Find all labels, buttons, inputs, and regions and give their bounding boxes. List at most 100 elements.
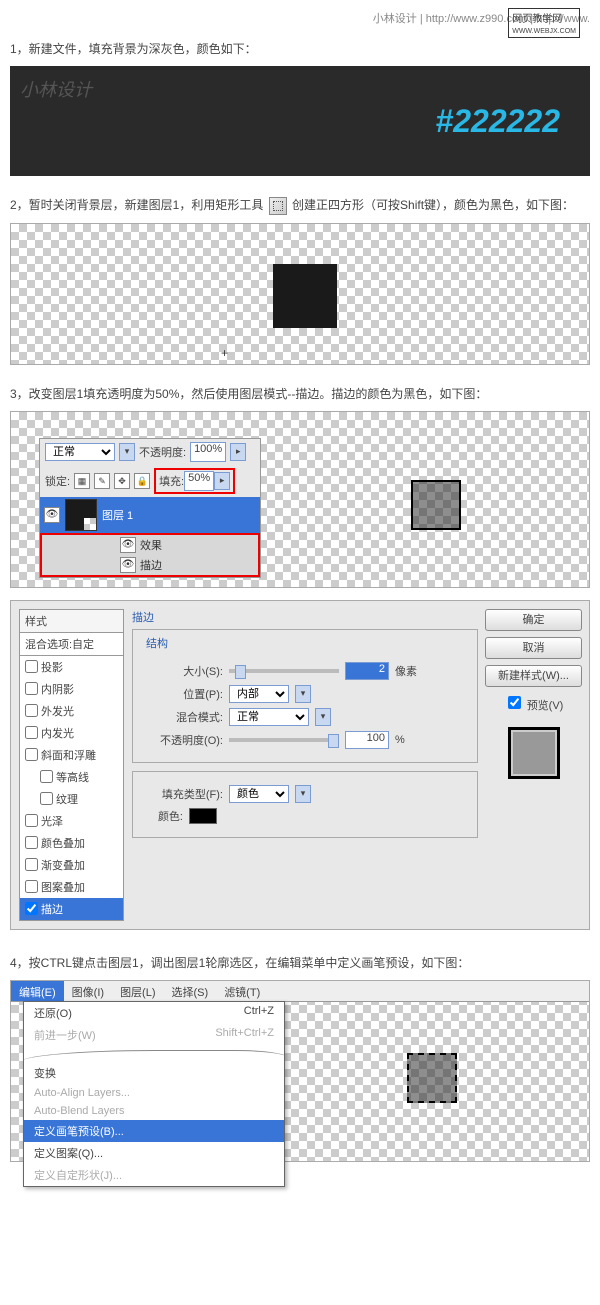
step-4-text: 4，按CTRL键点击图层1，调出图层1轮廓选区，在编辑菜单中定义画笔预设，如下图… (10, 954, 590, 972)
lock-move-icon[interactable]: ✥ (114, 473, 130, 489)
menu-define-pattern[interactable]: 定义图案(Q)... (24, 1142, 284, 1164)
menu-define-brush[interactable]: 定义画笔预设(B)... (24, 1120, 284, 1142)
stroked-square-preview (411, 480, 461, 530)
style-gradient-overlay[interactable]: 渐变叠加 (19, 854, 124, 876)
edit-dropdown: 还原(O)Ctrl+Z 前进一步(W)Shift+Ctrl+Z 变换 Auto-… (23, 1001, 285, 1187)
fill-label: 填充: (159, 473, 184, 489)
layer-name: 图层 1 (102, 507, 133, 523)
style-inner-glow[interactable]: 内发光 (19, 722, 124, 744)
new-style-button[interactable]: 新建样式(W)... (485, 665, 582, 687)
opacity-label: 不透明度: (139, 444, 186, 460)
style-satin[interactable]: 光泽 (19, 810, 124, 832)
fx-label: 效果 (140, 537, 162, 553)
swatch-hex: #222222 (435, 103, 560, 140)
layer-1-row[interactable]: 👁 图层 1 (40, 497, 260, 533)
menu-define-shape: 定义自定形状(J)... (24, 1164, 284, 1186)
lock-all-icon[interactable]: 🔒 (134, 473, 150, 489)
ok-button[interactable]: 确定 (485, 609, 582, 631)
opacity-value[interactable]: 100% (190, 442, 226, 462)
opacity-input[interactable]: 100 (345, 731, 389, 749)
blend-mode-select[interactable]: 正常 (229, 708, 309, 726)
rectangle-tool-icon (269, 197, 287, 215)
filltype-label: 填充类型(F): (143, 786, 223, 802)
step-3-text: 3，改变图层1填充透明度为50%，然后使用图层模式--描边。描边的颜色为黑色，如… (10, 385, 590, 403)
torn-edge-icon (24, 1046, 284, 1062)
preview-swatch (508, 727, 560, 779)
style-stroke[interactable]: 描边 (19, 898, 124, 921)
layer-style-dialog: 样式 混合选项:自定 投影 内阴影 外发光 内发光 斜面和浮雕 等高线 纹理 光… (10, 600, 590, 930)
chevron-down-icon[interactable]: ▾ (315, 708, 331, 726)
step-2-text: 2，暂时关闭背景层，新建图层1，利用矩形工具 创建正四方形（可按Shift键），… (10, 196, 590, 215)
canvas-step4: 编辑(E) 图像(I) 图层(L) 选择(S) 滤镜(T) 还原(O)Ctrl+… (10, 980, 590, 1162)
stroke-title: 描边 (132, 609, 478, 625)
stroke-settings: 描边 结构 大小(S): 2 像素 位置(P): 内部 ▾ 混合模式: 正常 ▾ 不… (132, 609, 478, 921)
style-bevel[interactable]: 斜面和浮雕 (19, 744, 124, 766)
menu-layer[interactable]: 图层(L) (112, 981, 163, 1001)
canvas-step3: 正常 ▾ 不透明度: 100% ▸ 锁定: ▦ ✎ ✥ 🔒 填充: 50% ▸ … (10, 411, 590, 588)
style-shadow[interactable]: 投影 (19, 656, 124, 678)
brand-logo: 网页教学网WWW.WEBJX.COM (508, 8, 580, 38)
px-unit: 像素 (395, 663, 417, 679)
stroke-fx-row[interactable]: 👁 描边 (42, 555, 258, 575)
menu-bar: 编辑(E) 图像(I) 图层(L) 选择(S) 滤镜(T) (11, 981, 589, 1002)
menu-filter[interactable]: 滤镜(T) (216, 981, 268, 1001)
blend-mode-select[interactable]: 正常 (45, 443, 115, 461)
cursor-cross-icon: + (221, 346, 228, 360)
size-label: 大小(S): (143, 663, 223, 679)
visibility-icon[interactable]: 👁 (120, 537, 136, 553)
style-contour[interactable]: 等高线 (19, 766, 124, 788)
menu-edit[interactable]: 编辑(E) (11, 981, 64, 1001)
cancel-button[interactable]: 取消 (485, 637, 582, 659)
fx-row[interactable]: 👁 效果 (42, 535, 258, 555)
opacity-slider[interactable] (229, 738, 339, 742)
lock-paint-icon[interactable]: ✎ (94, 473, 110, 489)
fill-value[interactable]: 50% (184, 471, 214, 491)
style-color-overlay[interactable]: 颜色叠加 (19, 832, 124, 854)
blend-options[interactable]: 混合选项:自定 (19, 633, 124, 656)
menu-image[interactable]: 图像(I) (64, 981, 112, 1001)
size-input[interactable]: 2 (345, 662, 389, 680)
position-label: 位置(P): (143, 686, 223, 702)
styles-header: 样式 (19, 609, 124, 633)
chevron-right-icon[interactable]: ▸ (214, 472, 230, 490)
styles-column: 样式 混合选项:自定 投影 内阴影 外发光 内发光 斜面和浮雕 等高线 纹理 光… (19, 609, 124, 921)
fill-highlight: 填充: 50% ▸ (154, 468, 235, 494)
chevron-down-icon[interactable]: ▾ (295, 785, 311, 803)
stroke-fx-label: 描边 (140, 557, 162, 573)
blend-mode-label: 混合模式: (143, 709, 223, 725)
visibility-icon[interactable]: 👁 (120, 557, 136, 573)
color-swatch-picker[interactable] (189, 808, 217, 824)
watermark: 小林设计 (20, 76, 92, 102)
layers-panel: 正常 ▾ 不透明度: 100% ▸ 锁定: ▦ ✎ ✥ 🔒 填充: 50% ▸ … (39, 438, 261, 578)
menu-undo[interactable]: 还原(O)Ctrl+Z (24, 1002, 284, 1024)
structure-legend: 结构 (143, 635, 171, 651)
style-pattern-overlay[interactable]: 图案叠加 (19, 876, 124, 898)
style-inner-shadow[interactable]: 内阴影 (19, 678, 124, 700)
step-1-text: 1，新建文件，填充背景为深灰色，颜色如下： (10, 40, 590, 58)
chevron-right-icon[interactable]: ▸ (230, 443, 246, 461)
color-swatch: 小林设计 #222222 (10, 66, 590, 176)
menu-step-forward: 前进一步(W)Shift+Ctrl+Z (24, 1024, 284, 1046)
position-select[interactable]: 内部 (229, 685, 289, 703)
menu-auto-align: Auto-Align Layers... (24, 1084, 284, 1102)
selection-square (407, 1053, 457, 1103)
canvas-step2: + (10, 223, 590, 365)
black-square (273, 264, 337, 328)
opacity-label: 不透明度(O): (143, 732, 223, 748)
menu-select[interactable]: 选择(S) (164, 981, 217, 1001)
size-slider[interactable] (229, 669, 339, 673)
lock-transparency-icon[interactable]: ▦ (74, 473, 90, 489)
menu-auto-blend: Auto-Blend Layers (24, 1102, 284, 1120)
layer-thumb (65, 499, 97, 531)
preview-checkbox[interactable]: 预览(V) (504, 693, 564, 713)
lock-label: 锁定: (45, 473, 70, 489)
filltype-select[interactable]: 颜色 (229, 785, 289, 803)
menu-transform[interactable]: 变换 (24, 1062, 284, 1084)
style-texture[interactable]: 纹理 (19, 788, 124, 810)
pct-unit: % (395, 734, 405, 746)
chevron-down-icon[interactable]: ▾ (119, 443, 135, 461)
style-outer-glow[interactable]: 外发光 (19, 700, 124, 722)
dialog-buttons: 确定 取消 新建样式(W)... 预览(V) (486, 609, 581, 921)
chevron-down-icon[interactable]: ▾ (295, 685, 311, 703)
visibility-icon[interactable]: 👁 (44, 507, 60, 523)
